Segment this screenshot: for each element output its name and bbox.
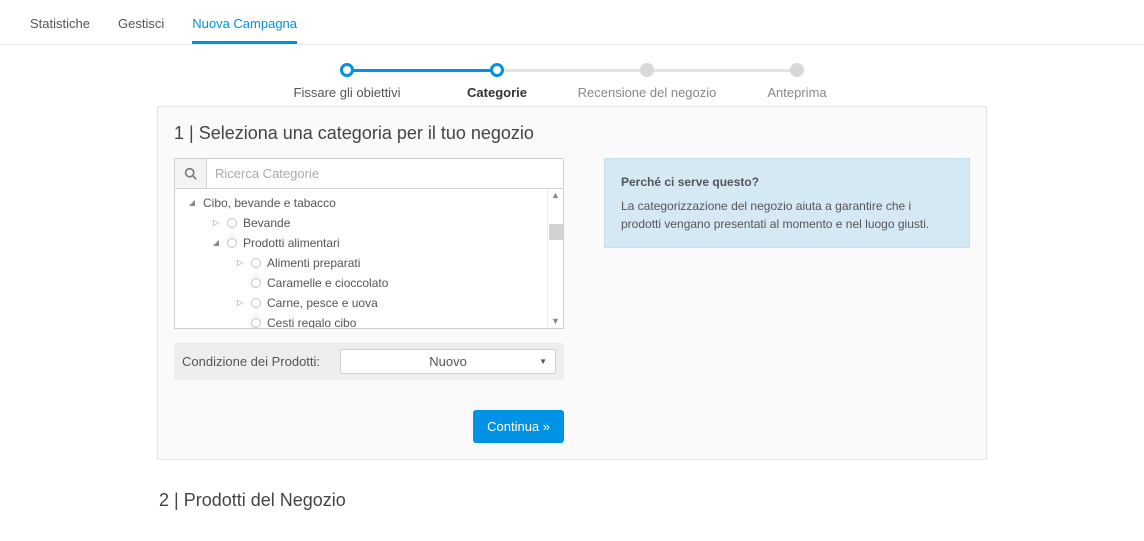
step-bar-2: [497, 69, 647, 72]
scroll-thumb[interactable]: [549, 224, 563, 240]
info-box: Perché ci serve questo? La categorizzazi…: [604, 158, 970, 248]
step-label-review: Recensione del negozio: [578, 85, 717, 100]
tree-row-bevande[interactable]: ▷ Bevande: [175, 213, 547, 233]
panel-title: 1 | Seleziona una categoria per il tuo n…: [174, 123, 970, 144]
condition-label: Condizione dei Prodotti:: [182, 354, 320, 369]
tree-row-caramelle[interactable]: Caramelle e cioccolato: [175, 273, 547, 293]
section-2-title: 2 | Prodotti del Negozio: [157, 490, 987, 541]
category-radio[interactable]: [227, 218, 237, 228]
step-dot-categories: [490, 63, 504, 77]
tab-manage[interactable]: Gestisci: [118, 8, 164, 44]
chevron-down-icon: ▼: [539, 357, 547, 366]
category-search: [174, 158, 564, 189]
top-tabs: Statistiche Gestisci Nuova Campagna: [0, 0, 1144, 45]
scroll-down-icon[interactable]: ▼: [551, 317, 560, 326]
caret-right-icon[interactable]: ▷: [235, 257, 245, 269]
stepper: Fissare gli obiettivi Categorie Recensio…: [0, 45, 1144, 106]
tree-row-alimenti[interactable]: ▷ Alimenti preparati: [175, 253, 547, 273]
info-title: Perché ci serve questo?: [621, 173, 953, 191]
category-radio[interactable]: [251, 258, 261, 268]
caret-right-icon[interactable]: ▷: [235, 297, 245, 309]
condition-value: Nuovo: [429, 354, 467, 369]
category-panel: 1 | Seleziona una categoria per il tuo n…: [157, 106, 987, 460]
caret-down-icon[interactable]: ◢: [187, 197, 197, 209]
product-condition-row: Condizione dei Prodotti: Nuovo ▼: [174, 343, 564, 380]
info-body: La categorizzazione del negozio aiuta a …: [621, 197, 953, 233]
tab-statistics[interactable]: Statistiche: [30, 8, 90, 44]
continue-button[interactable]: Continua »: [473, 410, 564, 443]
step-bar-1: [347, 69, 497, 72]
tab-new-campaign[interactable]: Nuova Campagna: [192, 8, 297, 44]
step-label-categories: Categorie: [467, 85, 527, 100]
search-input[interactable]: [207, 159, 563, 188]
step-dot-review: [640, 63, 654, 77]
category-radio[interactable]: [251, 278, 261, 288]
scroll-up-icon[interactable]: ▲: [551, 191, 560, 200]
tree-row-carne[interactable]: ▷ Carne, pesce e uova: [175, 293, 547, 313]
tree-label: Caramelle e cioccolato: [267, 274, 388, 292]
category-tree: ◢ Cibo, bevande e tabacco ▷ Bevande ◢ Pr…: [174, 189, 564, 329]
step-bar-3: [647, 69, 797, 72]
tree-label: Alimenti preparati: [267, 254, 360, 272]
tree-label: Prodotti alimentari: [243, 234, 340, 252]
tree-label: Carne, pesce e uova: [267, 294, 378, 312]
step-label-preview: Anteprima: [767, 85, 826, 100]
step-dot-preview: [790, 63, 804, 77]
tree-row-root[interactable]: ◢ Cibo, bevande e tabacco: [175, 193, 547, 213]
tree-label: Bevande: [243, 214, 290, 232]
tree-scrollbar[interactable]: ▲ ▼: [547, 189, 563, 328]
category-radio[interactable]: [227, 238, 237, 248]
caret-right-icon[interactable]: ▷: [211, 217, 221, 229]
search-icon: [175, 159, 207, 188]
tree-label: Cesti regalo cibo: [267, 314, 356, 328]
category-radio[interactable]: [251, 318, 261, 328]
tree-label: Cibo, bevande e tabacco: [203, 194, 336, 212]
category-radio[interactable]: [251, 298, 261, 308]
step-label-objectives: Fissare gli obiettivi: [294, 85, 401, 100]
condition-dropdown[interactable]: Nuovo ▼: [340, 349, 556, 374]
tree-row-cesti[interactable]: Cesti regalo cibo: [175, 313, 547, 328]
caret-down-icon[interactable]: ◢: [211, 237, 221, 249]
step-dot-objectives: [340, 63, 354, 77]
tree-row-prodotti[interactable]: ◢ Prodotti alimentari: [175, 233, 547, 253]
